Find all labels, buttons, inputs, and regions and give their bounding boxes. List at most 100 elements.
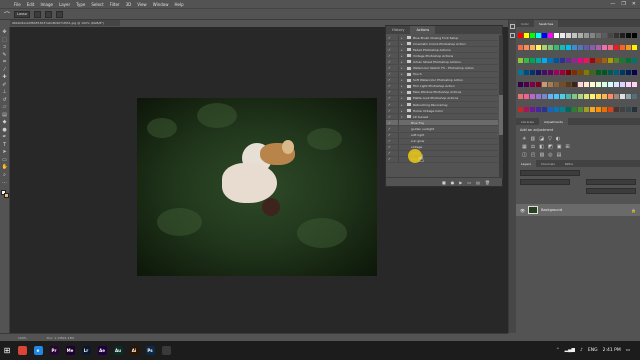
color-swatch-icon[interactable]	[0, 189, 9, 198]
exposure-icon[interactable]: ▽	[548, 136, 552, 142]
invert-icon[interactable]: ◫	[522, 152, 527, 158]
checkmark-icon[interactable]: ✓	[388, 115, 392, 119]
taskbar-edge-icon[interactable]: e	[30, 341, 46, 360]
taskbar-chrome-icon[interactable]	[14, 341, 30, 360]
color-swatch[interactable]	[542, 94, 547, 100]
actions-scrollbar[interactable]	[499, 35, 503, 178]
color-swatch[interactable]	[620, 106, 625, 112]
color-swatch[interactable]	[560, 33, 565, 38]
color-swatch[interactable]	[566, 69, 571, 75]
color-swatch[interactable]	[602, 69, 607, 75]
more-tools-icon[interactable]: …	[2, 179, 8, 186]
checkmark-icon[interactable]: ✓	[388, 48, 392, 52]
tray-chevron-icon[interactable]: ⌃	[556, 348, 560, 353]
color-swatch[interactable]	[566, 33, 571, 38]
color-swatch[interactable]	[536, 106, 541, 112]
blend-mode-select[interactable]	[520, 179, 570, 185]
chevron-right-icon[interactable]: ▸	[401, 84, 405, 88]
color-swatch[interactable]	[602, 45, 607, 51]
eraser-tool-icon[interactable]: ▱	[2, 104, 8, 111]
layer-name[interactable]: Background	[541, 208, 562, 212]
color-swatch[interactable]	[614, 106, 619, 112]
restore-button[interactable]: ❐	[621, 1, 625, 7]
color-swatch[interactable]	[632, 82, 637, 88]
color-swatch[interactable]	[560, 82, 565, 88]
fill-field[interactable]	[586, 188, 636, 194]
chevron-right-icon[interactable]: ▸	[401, 109, 405, 113]
checkmark-icon[interactable]: ✓	[388, 54, 392, 58]
clock[interactable]: 2:41 PM	[603, 348, 621, 353]
color-swatch[interactable]	[542, 82, 547, 88]
chevron-right-icon[interactable]: ▸	[401, 96, 405, 100]
color-swatch[interactable]	[602, 33, 607, 38]
tab-swatches[interactable]: Swatches	[533, 20, 559, 27]
play-icon[interactable]: ▶	[459, 180, 462, 185]
color-swatch[interactable]	[578, 33, 583, 38]
color-swatch[interactable]	[524, 69, 529, 75]
color-swatch[interactable]	[590, 94, 595, 100]
dialog-toggle[interactable]	[394, 83, 399, 89]
dialog-toggle[interactable]	[394, 35, 399, 41]
color-swatch[interactable]	[578, 106, 583, 112]
checkmark-icon[interactable]: ✓	[388, 133, 392, 137]
history-panel-icon[interactable]	[510, 24, 515, 29]
zoom-level[interactable]: 100%	[18, 336, 27, 340]
tab-channels[interactable]: Channels	[536, 160, 560, 167]
color-swatch[interactable]	[566, 94, 571, 100]
menu-image[interactable]: Image	[40, 2, 53, 7]
dialog-toggle[interactable]	[394, 150, 399, 156]
menu-edit[interactable]: Edit	[27, 2, 35, 7]
taskbar-after-effects-icon[interactable]: Ae	[94, 341, 110, 360]
checkmark-icon[interactable]: ✓	[388, 78, 392, 82]
color-swatch[interactable]	[548, 82, 553, 88]
color-swatch[interactable]	[608, 82, 613, 88]
color-swatch[interactable]	[596, 45, 601, 51]
dialog-toggle[interactable]	[394, 108, 399, 114]
taskbar-illustrator-icon[interactable]: Ai	[126, 341, 142, 360]
layer-filter-select[interactable]	[520, 170, 580, 176]
color-swatch[interactable]	[596, 57, 601, 63]
levels-icon[interactable]: ▥	[530, 136, 535, 142]
color-swatch[interactable]	[590, 82, 595, 88]
doc-size[interactable]: Doc: 1.13M/1.13M	[47, 336, 74, 340]
color-swatch[interactable]	[596, 82, 601, 88]
checkmark-icon[interactable]: ✓	[388, 103, 392, 107]
color-swatch[interactable]	[608, 69, 613, 75]
color-swatch[interactable]	[536, 94, 541, 100]
color-swatch[interactable]	[572, 69, 577, 75]
taskbar-audition-icon[interactable]: Au	[110, 341, 126, 360]
new-set-icon[interactable]: ▭	[467, 180, 471, 185]
chevron-right-icon[interactable]: ▸	[401, 42, 405, 46]
color-swatch[interactable]	[578, 57, 583, 63]
color-swatch[interactable]	[626, 106, 631, 112]
network-icon[interactable]: ▂▄▆	[565, 348, 575, 353]
color-swatch[interactable]	[560, 57, 565, 63]
color-swatch[interactable]	[530, 33, 535, 38]
brush-tool-icon[interactable]: ✐	[2, 82, 8, 89]
option-subtract-selection[interactable]	[55, 10, 63, 18]
color-swatch[interactable]	[524, 45, 529, 51]
color-swatch[interactable]	[554, 82, 559, 88]
color-swatch[interactable]	[554, 69, 559, 75]
color-swatch[interactable]	[572, 45, 577, 51]
color-swatch[interactable]	[602, 82, 607, 88]
checkmark-icon[interactable]: ✓	[388, 127, 392, 131]
color-swatch[interactable]	[554, 94, 559, 100]
color-swatch[interactable]	[560, 45, 565, 51]
color-swatch[interactable]	[614, 45, 619, 51]
chevron-right-icon[interactable]: ▸	[401, 36, 405, 40]
color-swatch[interactable]	[578, 82, 583, 88]
chevron-right-icon[interactable]: ▸	[401, 72, 405, 76]
notifications-icon[interactable]: ▭	[626, 348, 630, 353]
color-swatch[interactable]	[620, 94, 625, 100]
dialog-toggle[interactable]	[394, 126, 399, 132]
chevron-right-icon[interactable]: ▸	[401, 66, 405, 70]
option-add-selection[interactable]	[44, 10, 52, 18]
quick-select-tool-icon[interactable]: ✎	[2, 52, 8, 59]
document-tab[interactable]: 96b9c8e1b0f84553037e6c8b9671f651.jpg @ 1…	[10, 20, 120, 26]
color-swatch[interactable]	[626, 33, 631, 38]
menu-file[interactable]: File	[14, 2, 21, 7]
dodge-tool-icon[interactable]: ●	[2, 127, 8, 134]
menu-select[interactable]: Select	[91, 2, 103, 7]
color-swatch[interactable]	[608, 45, 613, 51]
